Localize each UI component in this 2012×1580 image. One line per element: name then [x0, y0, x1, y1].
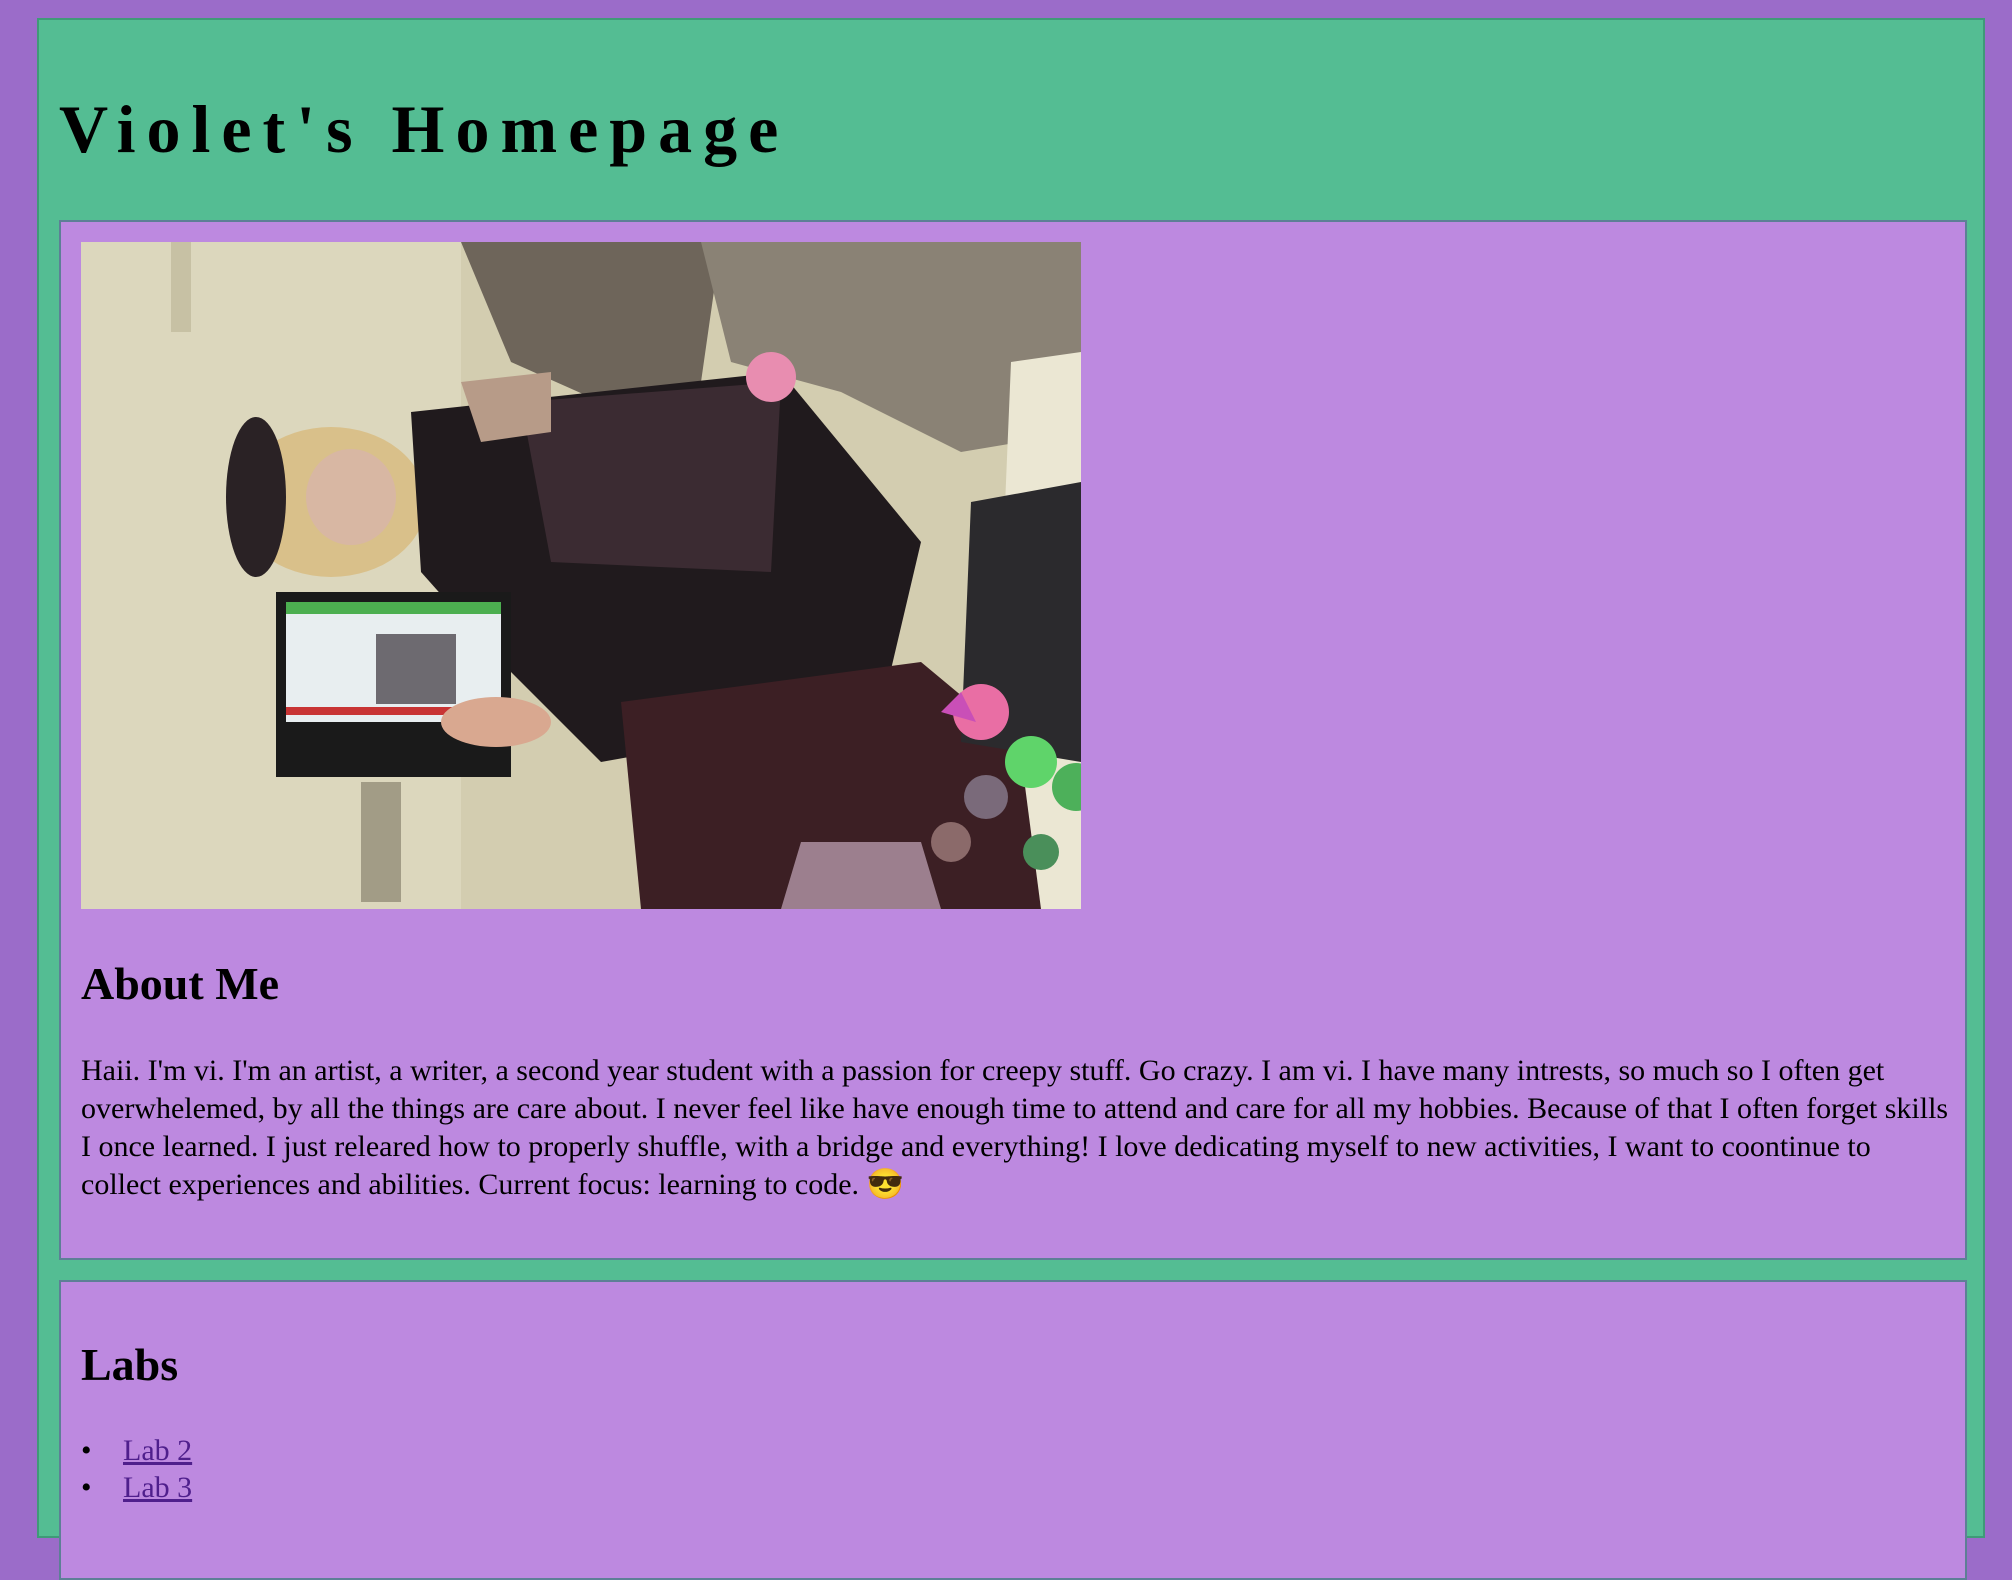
about-heading: About Me	[81, 958, 280, 1009]
site-title: Violet's Homepage	[59, 91, 790, 167]
lab-3-link[interactable]: Lab 3	[123, 1471, 192, 1504]
labs-list: • Lab 2 • Lab 3	[81, 1432, 192, 1506]
about-text: Haii. I'm vi. I'm an artist, a writer, a…	[81, 1054, 1949, 1201]
profile-photo-graphic	[81, 242, 1081, 909]
page-container: Violet's Homepage About Me Haii. I'm vi.…	[37, 18, 1985, 1580]
list-item: • Lab 2	[81, 1432, 192, 1469]
about-section: About Me Haii. I'm vi. I'm an artist, a …	[59, 220, 1967, 1260]
labs-section: Labs • Lab 2 • Lab 3	[59, 1280, 1967, 1580]
profile-photo	[81, 242, 1081, 909]
bullet-icon: •	[81, 1434, 92, 1467]
lab-2-link[interactable]: Lab 2	[123, 1434, 192, 1467]
labs-heading: Labs	[81, 1339, 179, 1390]
list-item: • Lab 3	[81, 1469, 192, 1506]
bullet-icon: •	[81, 1471, 92, 1504]
